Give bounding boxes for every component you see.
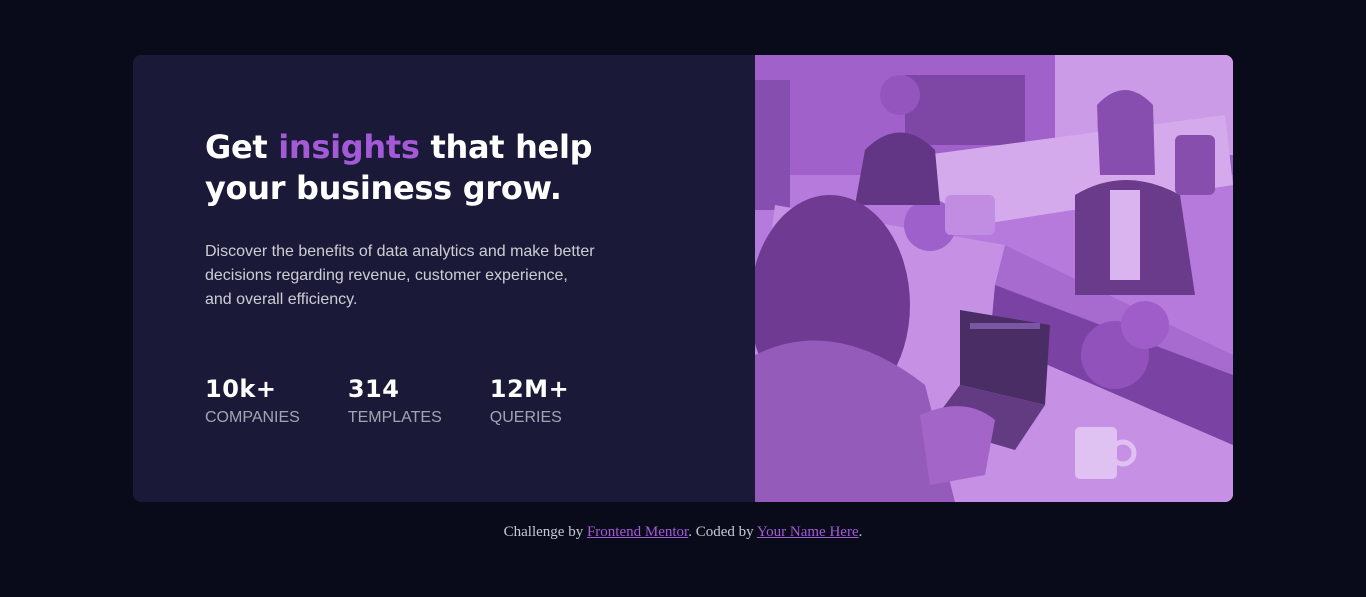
- stat-companies: 10k+ Companies: [205, 375, 300, 428]
- office-workers-photo: [755, 55, 1233, 502]
- stat-value: 12M+: [489, 375, 570, 403]
- attribution-suffix: .: [858, 524, 863, 540]
- attribution: Challenge by Frontend Mentor. Coded by Y…: [0, 524, 1366, 541]
- card-content: Get insights that help your business gro…: [133, 55, 755, 502]
- stat-label: Companies: [205, 409, 300, 426]
- stat-templates: 314 Templates: [348, 375, 442, 428]
- headline: Get insights that help your business gro…: [205, 127, 675, 209]
- headline-accent: insights: [278, 128, 420, 166]
- photo-illustration: [755, 55, 1233, 502]
- attribution-prefix: Challenge by: [503, 524, 587, 540]
- headline-start: Get: [205, 128, 279, 166]
- author-link[interactable]: Your Name Here: [757, 524, 859, 540]
- stat-value: 10k+: [205, 375, 277, 403]
- stat-label: Queries: [489, 409, 562, 426]
- stat-label: Templates: [347, 409, 442, 426]
- description: Discover the benefits of data analytics …: [205, 243, 595, 308]
- attribution-middle: . Coded by: [688, 524, 757, 540]
- stats-preview-card: Get insights that help your business gro…: [133, 55, 1233, 502]
- stat-value: 314: [347, 375, 400, 403]
- stat-queries: 12M+ Queries: [490, 375, 569, 428]
- frontend-mentor-link[interactable]: Frontend Mentor: [587, 524, 688, 540]
- stats-row: 10k+ Companies 314 Templates 12M+ Querie…: [205, 375, 617, 428]
